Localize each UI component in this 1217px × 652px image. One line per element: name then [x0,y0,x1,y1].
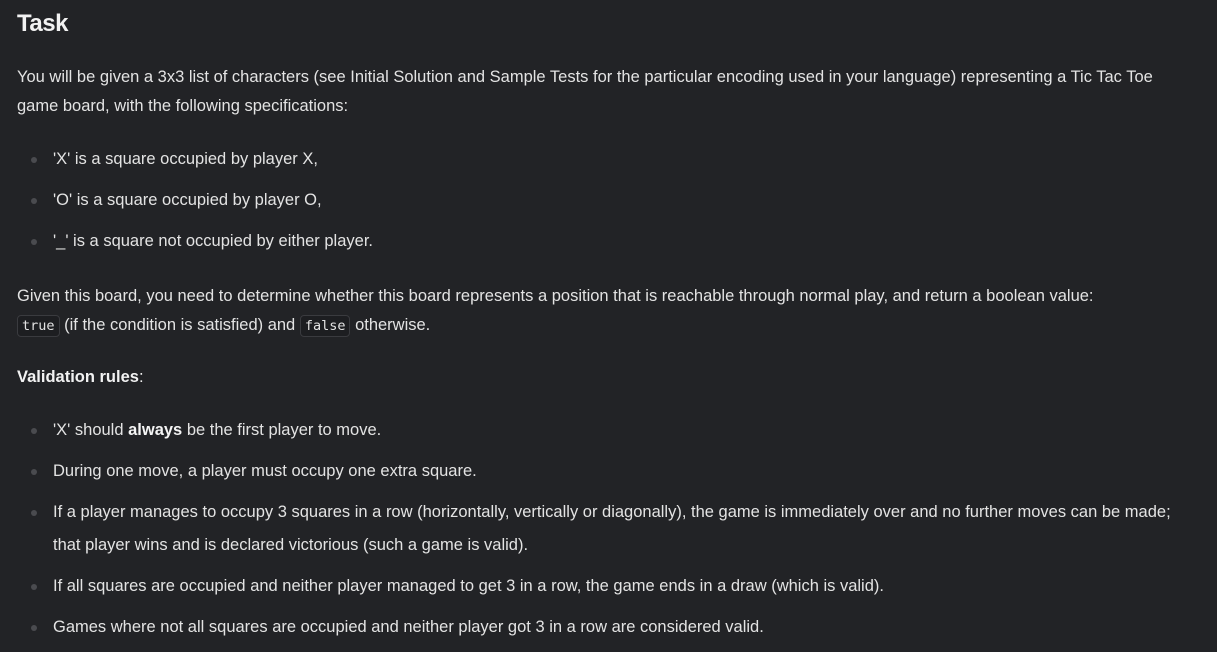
list-item: 'X' is a square occupied by player X, [17,143,1187,176]
list-item: During one move, a player must occupy on… [17,455,1187,488]
list-item: If all squares are occupied and neither … [17,570,1187,603]
specs-list: 'X' is a square occupied by player X, 'O… [17,143,1187,266]
given-text: Given this board, you need to determine … [17,287,1094,305]
rules-heading: Validation rules: [17,363,144,392]
rules-heading-text: Validation rules [17,368,139,386]
rule-bold: always [128,421,183,439]
rules-heading-colon: : [138,368,144,386]
list-item: Games where not all squares are occupied… [17,611,1187,644]
list-item: 'O' is a square occupied by player O, [17,184,1187,217]
intro-paragraph: You will be given a 3x3 list of characte… [17,68,1153,115]
given-middle: (if the condition is satisfied) and [64,315,296,334]
list-item: If a player manages to occupy 3 squares … [17,496,1187,562]
rule-text: 'X' should [53,421,129,439]
task-title: Task [17,10,68,37]
list-item: '_' is a square not occupied by either p… [17,225,1187,258]
list-item: 'X' should always be the first player to… [17,414,1187,447]
rule-text: be the first player to move. [182,421,382,439]
given-paragraph: Given this board, you need to determine … [17,282,1187,340]
rules-list: 'X' should always be the first player to… [17,414,1187,652]
true-code: true [17,314,60,337]
given-end: otherwise. [355,315,431,334]
false-code: false [299,314,351,337]
